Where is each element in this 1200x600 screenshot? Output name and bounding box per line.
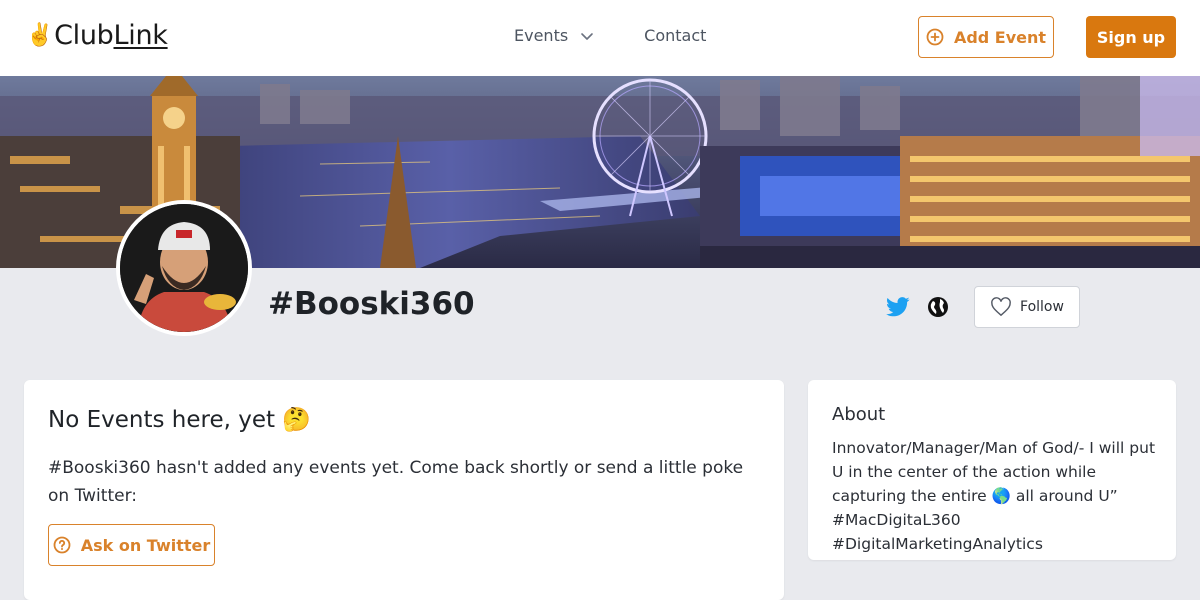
add-event-label: Add Event: [953, 27, 1047, 47]
globe-icon[interactable]: [927, 296, 949, 318]
clublink-logo[interactable]: ✌️ Club Link: [26, 20, 168, 51]
about-text: Innovator/Manager/Man of God/- I will pu…: [832, 439, 1156, 553]
sign-up-button[interactable]: Sign up: [1086, 16, 1176, 58]
avatar-photo: [120, 204, 248, 332]
profile-name: #Booski360: [268, 286, 475, 322]
victory-hand-icon: ✌️: [26, 23, 54, 48]
add-event-button[interactable]: Add Event: [918, 16, 1054, 58]
nav-events-label: Events: [514, 26, 569, 45]
logo-text-club: Club: [54, 20, 114, 51]
events-empty-message: #Booski360 hasn't added any events yet. …: [48, 458, 744, 506]
follow-label: Follow: [1020, 299, 1064, 315]
plus-circle-icon: [926, 28, 944, 46]
main-nav: Events Contact: [514, 26, 706, 45]
ask-on-twitter-label: Ask on Twitter: [80, 535, 211, 555]
about-title: About: [832, 404, 886, 425]
twitter-icon[interactable]: [886, 296, 910, 318]
follow-button[interactable]: Follow: [974, 286, 1080, 328]
about-card: About Innovator/Manager/Man of God/- I w…: [808, 380, 1176, 560]
profile-avatar: [116, 200, 252, 336]
heart-icon: [991, 297, 1011, 317]
logo-text-link: Link: [113, 20, 168, 51]
events-card: No Events here, yet 🤔 #Booski360 hasn't …: [24, 380, 784, 600]
chevron-down-icon: [581, 32, 593, 40]
nav-events-dropdown[interactable]: Events: [514, 26, 594, 45]
nav-contact-link[interactable]: Contact: [644, 26, 706, 45]
question-circle-icon: [53, 536, 71, 554]
ask-on-twitter-button[interactable]: Ask on Twitter: [48, 524, 215, 566]
top-navbar: ✌️ Club Link Events Contact Add Event Si…: [0, 0, 1200, 76]
events-empty-title: No Events here, yet 🤔: [48, 407, 311, 433]
